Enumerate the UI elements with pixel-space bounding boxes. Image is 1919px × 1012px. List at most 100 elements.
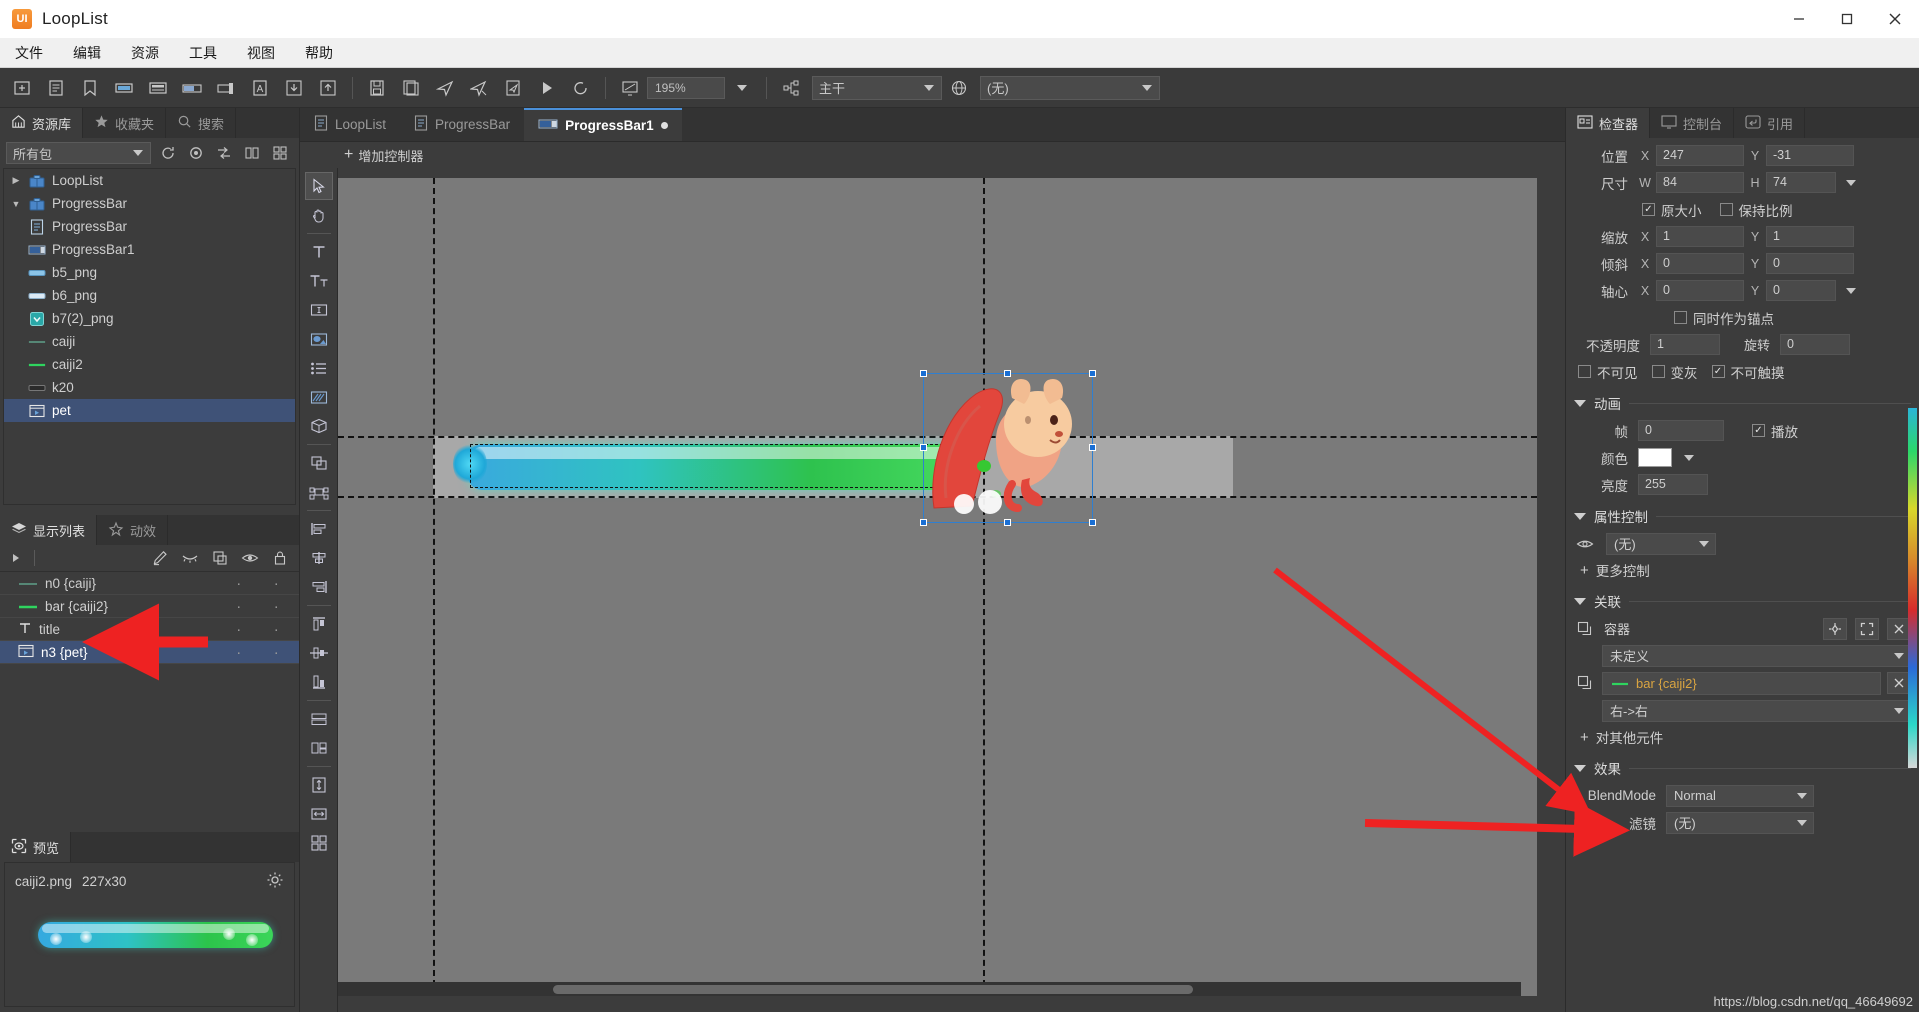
display-list-rows[interactable]: n0 {caiji} · · bar {caiji2} · · title · · (0, 572, 299, 825)
animation-section-header[interactable]: 动画 (1574, 389, 1911, 417)
distribute-v-icon[interactable] (305, 734, 333, 762)
row-visible-dot-3[interactable]: · (220, 622, 258, 637)
progressbar-component-icon[interactable] (178, 74, 206, 102)
stage-canvas[interactable] (338, 178, 1537, 996)
refresh-icon-lib[interactable] (157, 142, 179, 164)
design-stage[interactable] (338, 168, 1565, 1012)
list-item-n3[interactable]: n3 {pet} · · (0, 641, 299, 664)
add-controller-row[interactable]: + 增加控制器 (300, 142, 1565, 168)
cube3d-tool-icon[interactable] (305, 412, 333, 440)
eye-icon[interactable] (239, 547, 261, 569)
tree-item-b5-png[interactable]: b5_png (4, 261, 295, 284)
resize-handle-tl[interactable] (920, 370, 927, 377)
align-top-icon[interactable] (305, 610, 333, 638)
resize-handle-tr[interactable] (1089, 370, 1096, 377)
checkbox-box-2[interactable] (1719, 203, 1733, 216)
row-visible-dot-2[interactable]: · (220, 599, 258, 614)
tree-item-progressbar1[interactable]: ProgressBar1 (4, 238, 295, 261)
locate-icon[interactable] (185, 142, 207, 164)
slider-component-icon[interactable] (212, 74, 240, 102)
edit-icon[interactable] (149, 547, 171, 569)
save-all-icon[interactable] (397, 74, 425, 102)
resize-handle-bc[interactable] (1004, 519, 1011, 526)
tree-item-progressbar-package[interactable]: ▼ ProgressBar (4, 192, 295, 215)
new-component-icon[interactable] (42, 74, 70, 102)
package-filter-select[interactable]: 所有包 (6, 142, 151, 164)
size-w-input[interactable]: 84 (1656, 172, 1744, 193)
skew-y-input[interactable]: 0 (1766, 253, 1854, 274)
package-select[interactable]: (无) (980, 75, 1160, 100)
publish-all-icon[interactable] (465, 74, 493, 102)
playing-checkbox[interactable]: ✓ 播放 (1752, 421, 1798, 441)
property-control-select[interactable]: (无) (1606, 532, 1716, 555)
gear-icon[interactable] (266, 871, 284, 892)
grid-icon[interactable] (269, 142, 291, 164)
menu-resource[interactable]: 资源 (116, 38, 174, 68)
tree-item-progressbar-component[interactable]: ProgressBar (4, 215, 295, 238)
list-item[interactable]: n0 {caiji} · · (0, 572, 299, 595)
row-toggles-3[interactable]: · · (220, 622, 295, 637)
pivot-x-input[interactable]: 0 (1656, 280, 1744, 301)
tree-item-looplist[interactable]: ▶ LoopList (4, 169, 295, 192)
checkbox-box[interactable]: ✓ (1642, 203, 1655, 216)
doctab-looplist[interactable]: LoopList (300, 108, 400, 141)
as-anchor-checkbox[interactable]: 同时作为锚点 (1674, 308, 1774, 328)
same-width-icon[interactable] (305, 800, 333, 828)
zoom-level-field[interactable]: 195% (647, 76, 725, 99)
doctab-progressbar[interactable]: ProgressBar (400, 108, 524, 141)
publish-icon[interactable] (431, 74, 459, 102)
zoom-dropdown-icon[interactable] (728, 74, 756, 102)
chevron-down-icon-prop[interactable] (1574, 512, 1586, 520)
resource-tree[interactable]: ▶ LoopList ▼ ProgressBar ProgressBar Pro… (3, 168, 296, 505)
expand-all-icon[interactable] (5, 547, 27, 569)
row-lock-dot[interactable]: · (258, 576, 296, 591)
rotation-input[interactable]: 0 (1780, 334, 1850, 355)
columns-icon[interactable] (241, 142, 263, 164)
row-lock-dot-4[interactable]: · (258, 645, 296, 660)
brightness-input[interactable]: 255 (1638, 474, 1708, 495)
export-icon[interactable] (314, 74, 342, 102)
hand-icon[interactable] (305, 201, 333, 229)
lock-icon[interactable] (269, 547, 291, 569)
scale-y-input[interactable]: 1 (1766, 226, 1854, 247)
richtext-tool-icon[interactable] (305, 267, 333, 295)
opacity-input[interactable]: 1 (1650, 334, 1720, 355)
row-visible-dot[interactable]: · (220, 576, 258, 591)
pivot-menu-icon[interactable] (1846, 287, 1856, 294)
tab-favorites[interactable]: 收藏夹 (83, 108, 167, 138)
row-lock-dot-2[interactable]: · (258, 599, 296, 614)
new-folder-icon[interactable] (8, 74, 36, 102)
original-size-checkbox[interactable]: ✓ 原大小 (1642, 200, 1702, 220)
more-control-button[interactable]: + 更多控制 (1574, 557, 1911, 583)
list-item-title[interactable]: title · · (0, 618, 299, 641)
resize-handle-mr[interactable] (1089, 444, 1096, 451)
tab-reference[interactable]: 引用 (1734, 108, 1806, 138)
graph-tool-icon[interactable] (305, 383, 333, 411)
tab-search[interactable]: 搜索 (166, 108, 237, 138)
relation-section-header[interactable]: 关联 (1574, 587, 1911, 615)
font-icon[interactable]: A (246, 74, 274, 102)
tile-icon[interactable] (305, 829, 333, 857)
menu-tools[interactable]: 工具 (174, 38, 232, 68)
align-right-icon[interactable] (305, 573, 333, 601)
screen-size-icon[interactable] (616, 74, 644, 102)
row-visible-dot-4[interactable]: · (220, 645, 258, 660)
pointer-icon[interactable] (304, 172, 333, 200)
doctab-progressbar1[interactable]: ProgressBar1 (524, 108, 682, 141)
size-menu-icon[interactable] (1846, 179, 1856, 186)
checkbox-box-4[interactable] (1578, 365, 1591, 378)
tab-display-list[interactable]: 显示列表 (0, 515, 98, 545)
color-swatch[interactable] (1638, 448, 1672, 467)
input-tool-icon[interactable] (305, 296, 333, 324)
list-tool-icon[interactable] (305, 354, 333, 382)
pivot-y-input[interactable]: 0 (1766, 280, 1836, 301)
checkbox-box-7[interactable]: ✓ (1752, 424, 1765, 437)
size-h-input[interactable]: 74 (1766, 172, 1836, 193)
scale-x-input[interactable]: 1 (1656, 226, 1744, 247)
close-icon[interactable] (1871, 0, 1919, 38)
chevron-down-icon-anim[interactable] (1574, 399, 1586, 407)
tree-item-k20[interactable]: k20 (4, 376, 295, 399)
row-toggles[interactable]: · · (220, 576, 295, 591)
save-icon[interactable] (363, 74, 391, 102)
resize-handle-ml[interactable] (920, 444, 927, 451)
